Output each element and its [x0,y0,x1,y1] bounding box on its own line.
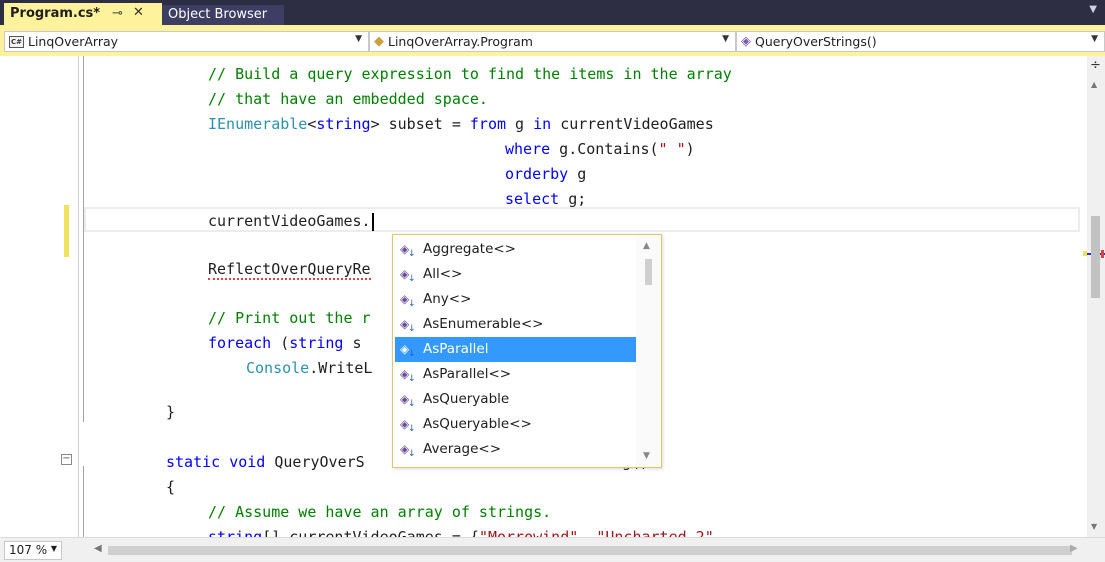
change-indicator [64,205,69,257]
scroll-down-icon[interactable]: ▼ [1091,522,1097,531]
horizontal-scroll-thumb[interactable] [108,546,1072,555]
scroll-left-icon[interactable]: ◀ [94,543,102,554]
scroll-thumb[interactable] [1091,216,1100,298]
scroll-down-icon[interactable]: ▼ [643,451,650,461]
pin-icon[interactable]: ⊸ [112,6,123,21]
code-line-9: // Print out the r [208,309,371,327]
completion-item-all[interactable]: ◈All<> [395,262,636,287]
tab-label: Program.cs* [10,6,101,21]
member-label: QueryOverStrings() [755,34,877,49]
code-line-14: { [166,478,176,496]
code-editor[interactable]: − // Build a query expression to find th… [0,56,1087,537]
code-line-4: where g.Contains(" ") [505,140,695,158]
split-window-icon[interactable]: ÷ [1090,58,1101,73]
completion-item-asparallel-generic[interactable]: ◈AsParallel<> [395,362,636,387]
editor-bottom-bar: 107 % ▼ ◀ ▶ [0,537,1105,562]
extension-method-icon: ◈ [400,292,416,311]
extension-method-icon: ◈ [400,242,416,261]
document-tab-strip: Program.cs* ⊸ ✕ Object Browser ▼ [0,0,1105,25]
member-dropdown[interactable]: ◈ QueryOverStrings() ▼ [736,31,1105,52]
outline-line [83,466,84,537]
chevron-down-icon: ▼ [1091,34,1098,44]
scroll-up-icon[interactable]: ▲ [1091,80,1097,89]
zoom-level: 107 % [9,543,48,557]
type-dropdown[interactable]: ◆ LinqOverArray.Program ▼ [369,31,736,52]
completion-item-asqueryable-generic[interactable]: ◈AsQueryable<> [395,412,636,437]
code-line-7: currentVideoGames. [208,211,374,231]
tab-program-cs[interactable]: Program.cs* ⊸ ✕ [4,3,162,25]
collapse-icon[interactable]: − [61,454,72,465]
extension-method-icon: ◈ [400,267,416,286]
code-line-11: Console.WriteL [246,359,373,377]
completion-item-aggregate[interactable]: ◈Aggregate<> [395,237,636,262]
code-line-3: IEnumerable<string> subset = from g in c… [208,115,714,133]
csharp-project-icon: C# [9,35,24,48]
project-label: LinqOverArray [28,34,119,49]
tab-label: Object Browser [168,7,268,22]
scroll-thumb[interactable] [645,259,652,285]
navigation-bar: C# LinqOverArray ▼ ◆ LinqOverArray.Progr… [0,25,1105,56]
code-line-12: } [166,403,176,421]
outline-line [83,56,84,422]
error-squiggle: ReflectOverQueryRe [208,260,371,280]
chevron-down-icon: ▼ [722,34,729,44]
extension-method-icon: ◈ [400,417,416,436]
tab-object-browser[interactable]: Object Browser [162,5,284,25]
outlining-margin [78,56,90,537]
completion-scrollbar[interactable]: ▲ ▼ [636,235,661,467]
close-icon[interactable]: ✕ [133,5,144,20]
vertical-scrollbar[interactable]: ÷ ▲ ▼ [1083,56,1105,537]
class-icon: ◆ [374,34,384,49]
intellisense-completion-list[interactable]: ◈Aggregate<> ◈All<> ◈Any<> ◈AsEnumerable… [392,234,662,468]
code-line-16: string[] currentVideoGames = {"Morrowind… [208,528,723,537]
extension-method-icon: ◈ [400,442,416,461]
code-line-10: foreach (string s [208,334,362,352]
code-line-5: orderby g [505,165,587,183]
code-line-8: ReflectOverQueryRe [208,259,371,280]
completion-item-asenumerable[interactable]: ◈AsEnumerable<> [395,312,636,337]
chevron-down-icon: ▼ [355,34,362,44]
project-dropdown[interactable]: C# LinqOverArray ▼ [4,31,369,52]
completion-item-asparallel-selected[interactable]: ◈AsParallel [395,337,636,362]
code-line-13: static void QueryOverS [166,453,365,471]
completion-item-any[interactable]: ◈Any<> [395,287,636,312]
completion-item-average[interactable]: ◈Average<> [395,437,636,462]
chevron-down-icon: ▼ [50,544,57,553]
type-label: LinqOverArray.Program [388,34,533,49]
extension-method-icon: ◈ [400,367,416,386]
code-line-15: // Assume we have an array of strings. [208,503,552,521]
code-line-1: // Build a query expression to find the … [208,65,732,83]
text-caret [371,212,374,231]
method-icon: ◈ [741,34,751,49]
scroll-up-icon[interactable]: ▲ [643,241,650,251]
completion-item-asqueryable[interactable]: ◈AsQueryable [395,387,636,412]
extension-method-icon: ◈ [400,392,416,411]
zoom-dropdown[interactable]: 107 % ▼ [4,541,62,560]
error-map-marker [1101,250,1104,258]
extension-method-icon: ◈ [400,317,416,336]
extension-method-icon: ◈ [400,342,416,361]
scroll-right-icon[interactable]: ▶ [1070,543,1078,554]
code-line-2: // that have an embedded space. [208,90,488,108]
tab-overflow-icon[interactable]: ▼ [1089,4,1097,15]
code-line-6: select g; [505,190,587,208]
